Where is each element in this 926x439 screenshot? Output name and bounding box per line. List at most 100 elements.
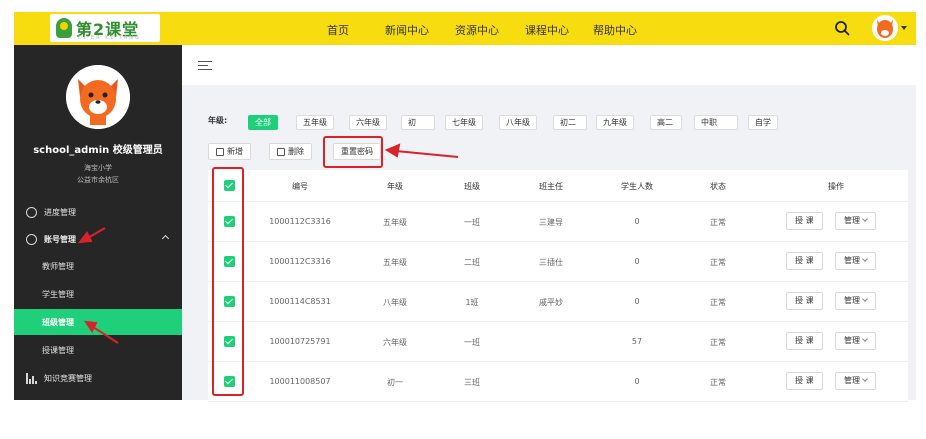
manage-dropdown-button[interactable]: 管理 [835, 332, 876, 350]
table-cell-class: 1班 [465, 298, 479, 307]
sidebar-item-students[interactable]: 学生管理 [14, 281, 182, 307]
table-cell-students: 0 [634, 377, 640, 386]
nav-help[interactable]: 帮助中心 [593, 22, 637, 38]
table-header: 编号 年级 班级 班主任 学生人数 状态 操作 [208, 170, 908, 202]
table-row: 100010725791 六年级 一班 57 正常 授 课 管理 [208, 322, 908, 362]
grade-chip[interactable]: 中职 [694, 115, 738, 130]
nav-resources[interactable]: 资源中心 [455, 22, 499, 38]
search-icon[interactable] [834, 20, 850, 36]
add-label: 新增 [227, 147, 243, 156]
nav-courses[interactable]: 课程中心 [525, 22, 569, 38]
brand-logo[interactable]: 第2课堂 DI ER KE TANG [50, 14, 160, 42]
table-cell-grade: 五年级 [383, 218, 407, 227]
grade-chip[interactable]: 九年级 [596, 115, 634, 130]
column-header: 学生人数 [621, 182, 653, 191]
sidebar-item-progress[interactable]: 进度管理 [14, 201, 182, 223]
column-header: 班级 [464, 182, 480, 191]
chevron-down-icon [862, 376, 868, 382]
delete-button[interactable]: 删除 [269, 143, 312, 160]
table-cell-teacher: 三建导 [539, 218, 563, 227]
main-content: 年级: 全部 五年级 六年级 初 七年级 八年级 初二 九年级 高二 中职 自学… [182, 45, 916, 402]
menu-collapse-icon[interactable] [198, 61, 212, 71]
teach-button[interactable]: 授 课 [786, 252, 823, 270]
grade-chip[interactable]: 初 [401, 115, 435, 130]
teach-button[interactable]: 授 课 [786, 332, 823, 350]
table-cell-grade: 六年级 [383, 338, 407, 347]
table-cell-status: 正常 [710, 378, 726, 387]
user-avatar[interactable] [872, 15, 898, 41]
table-cell-status: 正常 [710, 338, 726, 347]
column-header: 状态 [710, 182, 726, 191]
sidebar-item-label: 知识竞赛管理 [44, 373, 92, 383]
add-button[interactable]: 新增 [208, 143, 251, 160]
delete-label: 删除 [288, 147, 304, 156]
content-header [182, 45, 916, 85]
table-cell-students: 57 [631, 337, 643, 346]
grade-chip[interactable]: 初二 [553, 115, 587, 130]
grade-chip[interactable]: 八年级 [499, 115, 537, 130]
user-icon [26, 233, 37, 245]
table-cell-grade: 八年级 [383, 298, 407, 307]
reset-button-highlight-box [323, 136, 383, 168]
manage-label: 管理 [844, 256, 860, 265]
grade-filter-label: 年级: [208, 116, 228, 125]
fox-mascot-icon [872, 15, 898, 41]
table-cell-id: 1000112C3316 [269, 257, 331, 266]
chevron-down-icon [862, 296, 868, 302]
table-cell-students: 0 [634, 217, 640, 226]
table-row: 100011008507 初一 三班 0 正常 授 课 管理 [208, 362, 908, 402]
chevron-up-icon [161, 234, 170, 243]
table-cell-id: 1000112C3316 [269, 217, 331, 226]
sidebar-avatar [66, 65, 130, 129]
teach-button[interactable]: 授 课 [786, 212, 823, 230]
grade-chip[interactable]: 五年级 [296, 115, 334, 130]
top-nav-bar: 第2课堂 DI ER KE TANG 首页 新闻中心 资源中心 课程中心 帮助中… [14, 12, 916, 45]
grade-chip[interactable]: 七年级 [445, 115, 483, 130]
add-icon [216, 147, 224, 156]
chevron-down-icon [862, 216, 868, 222]
table-row: 1000112C3316 五年级 一班 三建导 0 正常 授 课 管理 [208, 202, 908, 242]
sidebar-item-teaching[interactable]: 授课管理 [14, 337, 182, 363]
sidebar-item-accounts[interactable]: 账号管理 [14, 228, 182, 250]
sidebar-school: 海宝小学 [84, 164, 112, 172]
bar-chart-icon [26, 372, 38, 384]
table-cell-id: 100011008507 [269, 377, 331, 386]
manage-label: 管理 [844, 216, 860, 225]
table-cell-teacher: 三插仕 [539, 258, 563, 267]
teach-button[interactable]: 授 课 [786, 292, 823, 310]
nav-home[interactable]: 首页 [327, 22, 349, 38]
nav-news[interactable]: 新闻中心 [385, 22, 429, 38]
class-table: 编号 年级 班级 班主任 学生人数 状态 操作 1000112C3316 五年级一… [208, 170, 908, 402]
manage-dropdown-button[interactable]: 管理 [835, 372, 876, 390]
sidebar-item-label: 账号管理 [44, 234, 76, 244]
table-cell-grade: 五年级 [383, 258, 407, 267]
table-cell-id: 100010725791 [269, 337, 331, 346]
sidebar-item-teachers[interactable]: 教师管理 [14, 253, 182, 279]
checkbox-highlight-box [212, 167, 244, 396]
chevron-down-icon [862, 336, 868, 342]
sidebar-city: 公益市余杭区 [77, 176, 119, 184]
table-cell-students: 0 [634, 257, 640, 266]
manage-dropdown-button[interactable]: 管理 [835, 292, 876, 310]
table-cell-students: 0 [634, 297, 640, 306]
column-header: 年级 [387, 182, 403, 191]
grade-chip-all[interactable]: 全部 [248, 115, 278, 130]
manage-dropdown-button[interactable]: 管理 [835, 252, 876, 270]
sidebar-item-quiz[interactable]: 知识竞赛管理 [14, 367, 182, 389]
manage-label: 管理 [844, 376, 860, 385]
table-cell-status: 正常 [710, 298, 726, 307]
chevron-down-icon[interactable] [901, 26, 907, 30]
manage-dropdown-button[interactable]: 管理 [835, 212, 876, 230]
table-cell-class: 一班 [464, 338, 480, 347]
progress-icon [26, 206, 37, 218]
logo-mascot-icon [56, 18, 72, 38]
grade-chip[interactable]: 高二 [650, 115, 682, 130]
grade-chip[interactable]: 自学 [748, 115, 778, 130]
table-row: 1000114C8531 八年级 1班 戚平妙 0 正常 授 课 管理 [208, 282, 908, 322]
table-cell-class: 三班 [464, 378, 480, 387]
grade-chip[interactable]: 六年级 [349, 115, 387, 130]
teach-button[interactable]: 授 课 [786, 372, 823, 390]
sidebar-item-label: 进度管理 [44, 207, 76, 217]
table-cell-teacher: 戚平妙 [539, 298, 563, 307]
sidebar-item-classes[interactable]: 班级管理 [14, 309, 182, 335]
